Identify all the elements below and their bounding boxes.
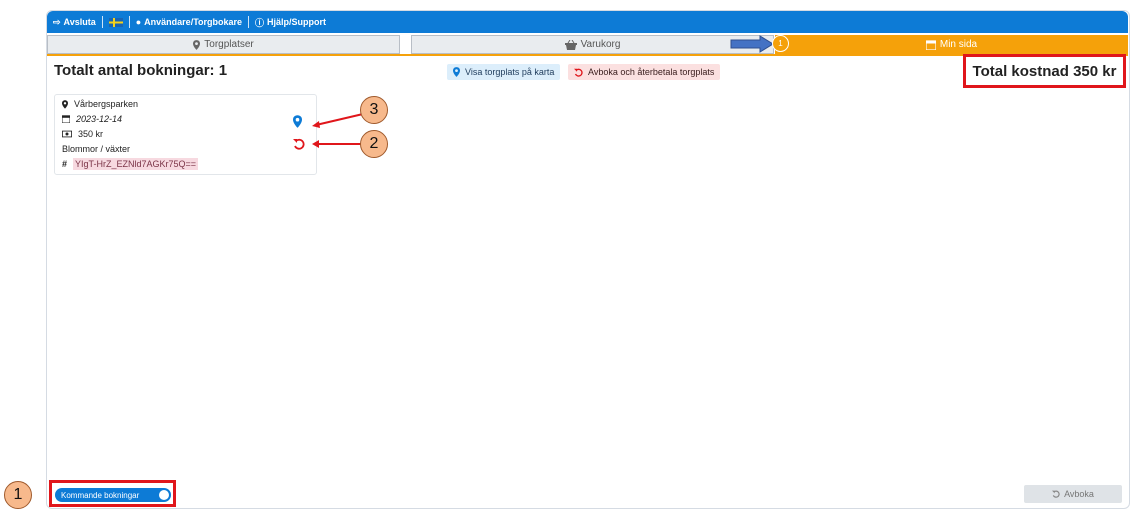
show-on-map-label: Visa torgplats på karta (465, 67, 555, 77)
booking-price: 350 kr (78, 129, 104, 139)
logout-icon: ⇨ (53, 16, 61, 27)
booking-place: Vårbergsparken (74, 99, 139, 109)
annotation-arrow-right (730, 35, 774, 53)
divider (101, 16, 103, 28)
tab-bar: Torgplatser Varukorg Min sida (47, 35, 1128, 55)
toggle-label: Kommande bokningar (61, 490, 140, 500)
tab-label: Varukorg (580, 39, 621, 50)
upcoming-bookings-toggle[interactable]: Kommande bokningar (55, 488, 171, 502)
money-icon (62, 130, 72, 138)
undo-icon (293, 138, 305, 150)
annotation-number-1: 1 (4, 481, 32, 509)
cancel-refund-button[interactable]: Avboka och återbetala torgplats (568, 64, 721, 80)
map-marker-icon (193, 39, 201, 50)
map-marker-icon (293, 115, 302, 128)
annotation-number-2: 2 (360, 130, 388, 158)
undo-icon (1052, 490, 1060, 498)
booking-price-row: 350 kr (62, 129, 103, 139)
card-show-on-map-button[interactable] (293, 115, 302, 130)
booking-card: Vårbergsparken 2023-12-14 350 kr Blommor… (54, 94, 317, 175)
basket-icon (564, 39, 577, 50)
calendar-icon (62, 115, 70, 123)
show-on-map-button[interactable]: Visa torgplats på karta (447, 64, 561, 80)
tab-label: Min sida (939, 39, 978, 50)
cancel-refund-label: Avboka och återbetala torgplats (588, 67, 715, 77)
divider (128, 16, 130, 28)
tab-torgplatser[interactable]: Torgplatser (47, 35, 400, 54)
tab-varukorg[interactable]: Varukorg (411, 35, 774, 54)
info-icon: ⓘ (255, 17, 265, 28)
annotation-number-3: 3 (360, 96, 388, 124)
card-cancel-button[interactable] (293, 138, 305, 152)
user-link[interactable]: ● Användare/Torgbokare (130, 17, 248, 27)
booking-category-row: Blommor / växter (62, 144, 130, 154)
page-title: Totalt antal bokningar: 1 (54, 62, 228, 79)
booking-code: YIgT-HrZ_EZNld7AGKr75Q== (73, 158, 199, 170)
user-label: Användare/Torgbokare (144, 17, 243, 27)
top-navbar: ⇨ Avsluta ● Användare/Torgbokare ⓘ Hjälp… (47, 11, 1128, 33)
avboka-label: Avboka (1064, 489, 1094, 499)
tab-min-sida[interactable]: Min sida (775, 35, 1128, 54)
booking-category: Blommor / växter (62, 144, 131, 154)
booking-code-row: # YIgT-HrZ_EZNld7AGKr75Q== (62, 158, 199, 170)
help-label: Hjälp/Support (267, 17, 327, 27)
calendar-icon (925, 39, 936, 50)
map-marker-icon (62, 99, 68, 109)
user-icon: ● (135, 17, 142, 27)
help-link[interactable]: ⓘ Hjälp/Support (249, 16, 332, 29)
total-cost: Total kostnad 350 kr (963, 54, 1126, 88)
booking-place-row: Vårbergsparken (62, 99, 138, 109)
booking-date: 2023-12-14 (76, 114, 123, 124)
map-marker-icon (453, 67, 460, 77)
language-flag-button[interactable] (103, 17, 129, 27)
undo-icon (574, 68, 583, 77)
notification-badge: 1 (772, 35, 789, 52)
booking-date-row: 2023-12-14 (62, 114, 122, 124)
hash-icon: # (62, 159, 68, 169)
toggle-knob (159, 490, 169, 500)
avboka-button[interactable]: Avboka (1024, 485, 1122, 503)
swedish-flag-icon (108, 17, 123, 27)
tab-label: Torgplatser (204, 39, 254, 50)
logout-label: Avsluta (63, 17, 96, 27)
annotation-arrows (312, 113, 364, 148)
logout-link[interactable]: ⇨ Avsluta (47, 17, 102, 28)
divider (248, 16, 250, 28)
